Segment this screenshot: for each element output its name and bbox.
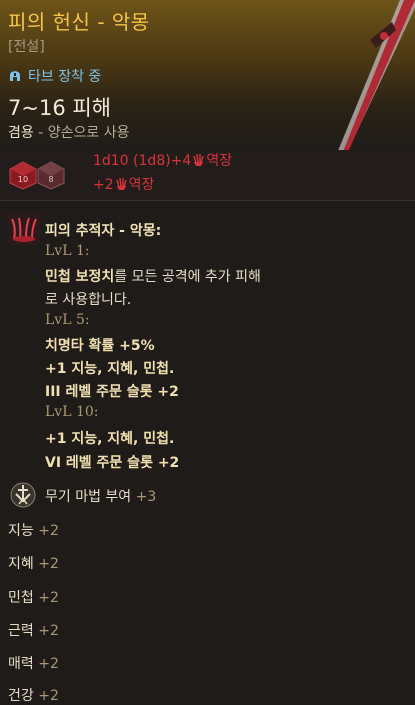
stat-row: 매력 +2 (8, 653, 59, 673)
stat-name: 지혜 (8, 556, 34, 572)
enchant-label: 무기 마법 부여 (45, 489, 132, 505)
dice-icon: 10 8 (9, 161, 65, 190)
claw-icon (193, 154, 205, 166)
level-5-label: LvL 5: (45, 312, 90, 328)
stat-value: +2 (38, 523, 59, 539)
enchant-value: +3 (135, 489, 157, 505)
usage-line: 겸용 - 양손으로 사용 (8, 122, 129, 142)
damage-value: 7~16 피해 (8, 96, 111, 120)
stat-value: +2 (38, 623, 59, 639)
claw-icon (115, 178, 127, 190)
equipped-text: 타브 장착 중 (28, 69, 102, 85)
stat-name: 매력 (8, 656, 34, 672)
level-5-slots: III 레벨 주문 슬롯 +2 (45, 384, 179, 400)
level-5-crit: 치명타 확률 +5% (45, 338, 155, 354)
item-title: 피의 헌신 - 악몽 (8, 10, 150, 34)
enchant-icon (10, 482, 36, 508)
damage-line-2: +2 역장 (93, 174, 154, 194)
damage-bonus: +2 (93, 177, 114, 193)
equipped-status: 타브 장착 중 (8, 66, 101, 86)
stat-name: 건강 (8, 688, 34, 704)
stat-value: +2 (38, 656, 59, 672)
level-10-slots: VI 레벨 주문 슬롯 +2 (45, 455, 180, 471)
stat-value: +2 (38, 590, 59, 606)
passive-name: 피의 추적자 - 악몽: (45, 223, 162, 239)
level-1-label: LvL 1: (45, 243, 90, 259)
damage-dice: 1d10 (1d8)+4 (93, 153, 192, 169)
stat-row: 지혜 +2 (8, 553, 59, 573)
stat-name: 근력 (8, 623, 34, 639)
level-5-abilities: +1 지능, 지혜, 민첩. (45, 361, 175, 377)
level-10-label: LvL 10: (45, 404, 99, 420)
damage-type-2: 역장 (128, 177, 155, 193)
helmet-icon (10, 71, 20, 81)
damage-line-1: 1d10 (1d8)+4 역장 (93, 150, 232, 170)
stat-row: 지능 +2 (8, 520, 59, 540)
level-1-keyword: 민첩 보정치 (45, 269, 115, 285)
damage-type-1: 역장 (206, 153, 233, 169)
blood-claw-icon (8, 213, 40, 245)
stat-value: +2 (38, 556, 59, 572)
stat-value: +2 (38, 688, 59, 704)
stat-row: 건강 +2 (8, 685, 59, 705)
level-1-desc: 민첩 보정치를 모든 공격에 추가 피해 (45, 266, 261, 286)
usage-desc: - 양손으로 사용 (33, 125, 130, 141)
level-1-text: 를 모든 공격에 추가 피해 (114, 269, 261, 285)
stat-row: 근력 +2 (8, 620, 59, 640)
stat-row: 민첩 +2 (8, 587, 59, 607)
svg-text:10: 10 (18, 175, 28, 184)
level-1-desc-cont: 로 사용합니다. (45, 292, 132, 308)
usage-type: 겸용 (8, 125, 34, 141)
level-10-abilities: +1 지능, 지혜, 민첩. (45, 431, 175, 447)
svg-text:8: 8 (48, 175, 53, 184)
rarity-label: [전설] (8, 39, 45, 55)
enchant-line: 무기 마법 부여 +3 (45, 486, 156, 506)
stat-name: 민첩 (8, 590, 34, 606)
stat-name: 지능 (8, 523, 34, 539)
